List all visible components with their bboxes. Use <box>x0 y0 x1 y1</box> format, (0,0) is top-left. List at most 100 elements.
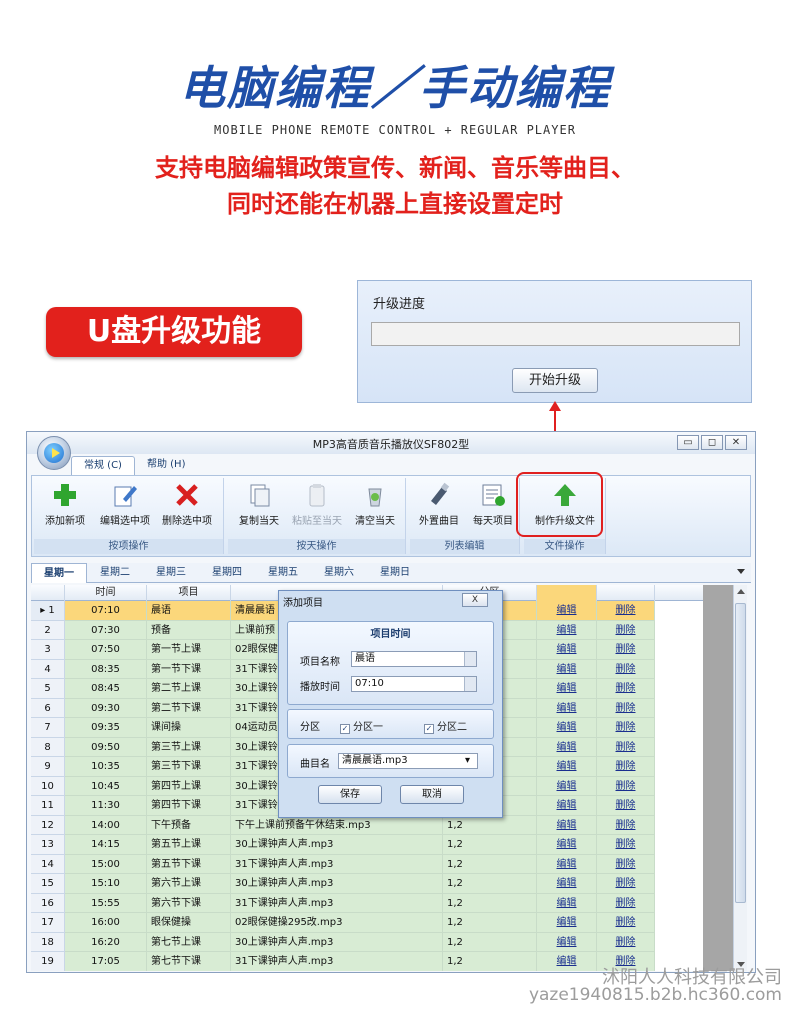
save-button[interactable]: 保存 <box>318 785 382 804</box>
scroll-up-icon[interactable] <box>737 589 745 594</box>
delete-link[interactable]: 删除 <box>597 698 655 718</box>
delete-link[interactable]: 删除 <box>597 835 655 855</box>
dialog-close-button[interactable]: X <box>462 593 488 607</box>
grid-column-header[interactable]: 项目 <box>147 585 231 601</box>
edit-link[interactable]: 编辑 <box>537 854 597 874</box>
watermark-url: yaze1940815.b2b.hc360.com <box>528 985 782 1005</box>
delete-item-button[interactable]: 删除选中项 <box>158 481 216 537</box>
grid-empty-area <box>703 585 733 971</box>
delete-link[interactable]: 删除 <box>597 913 655 933</box>
row-index: 2 <box>31 620 65 640</box>
edit-link[interactable]: 编辑 <box>537 640 597 660</box>
edit-link[interactable]: 编辑 <box>537 601 597 621</box>
delete-link[interactable]: 删除 <box>597 874 655 894</box>
edit-link[interactable]: 编辑 <box>537 815 597 835</box>
edit-link[interactable]: 编辑 <box>537 757 597 777</box>
delete-link[interactable]: 删除 <box>597 854 655 874</box>
row-item: 第二节上课 <box>147 679 231 699</box>
table-row[interactable]: 15 15:10 第六节上课 30上课钟声人声.mp3 1,2 编辑 删除 <box>31 874 731 894</box>
edit-link[interactable]: 编辑 <box>537 698 597 718</box>
chevron-down-icon[interactable]: ▾ <box>465 754 477 768</box>
menu-tab-help[interactable]: 帮助 (H) <box>135 456 198 476</box>
row-item: 眼保健操 <box>147 913 231 933</box>
table-row[interactable]: 12 14:00 下午预备 下午上课前预备午休结束.mp3 1,2 编辑 删除 <box>31 815 731 835</box>
chevron-down-icon[interactable] <box>737 569 745 574</box>
copy-day-button[interactable]: 复制当天 <box>230 481 288 537</box>
delete-link[interactable]: 删除 <box>597 737 655 757</box>
row-item: 第六节下课 <box>147 893 231 913</box>
day-tab[interactable]: 星期四 <box>199 563 255 583</box>
daily-items-button[interactable]: 每天项目 <box>464 481 522 537</box>
grid-column-header[interactable] <box>597 585 655 601</box>
delete-link[interactable]: 删除 <box>597 679 655 699</box>
delete-link[interactable]: 删除 <box>597 659 655 679</box>
add-item-button[interactable]: 添加新项 <box>36 481 94 537</box>
track-select[interactable]: 清晨晨语.mp3 ▾ <box>338 753 478 769</box>
day-tab[interactable]: 星期三 <box>143 563 199 583</box>
day-tab[interactable]: 星期日 <box>367 563 423 583</box>
scrollbar-thumb[interactable] <box>735 603 746 903</box>
edit-link[interactable]: 编辑 <box>537 620 597 640</box>
zone-2-checkbox[interactable]: ✓ 分区二 <box>424 718 467 734</box>
ribbon-group-day-ops: 复制当天 粘贴至当天 清空当天 按天操作 <box>228 478 406 554</box>
table-row[interactable]: 17 16:00 眼保健操 02眼保健操295改.mp3 1,2 编辑 删除 <box>31 913 731 933</box>
maximize-icon[interactable]: ◻ <box>701 435 723 450</box>
table-row[interactable]: 16 15:55 第六节下课 31下课钟声人声.mp3 1,2 编辑 删除 <box>31 893 731 913</box>
delete-link[interactable]: 删除 <box>597 776 655 796</box>
row-item: 第三节下课 <box>147 757 231 777</box>
edit-link[interactable]: 编辑 <box>537 718 597 738</box>
grid-column-header[interactable]: 时间 <box>65 585 147 601</box>
grid-column-header[interactable] <box>537 585 597 601</box>
edit-item-button[interactable]: 编辑选中项 <box>96 481 154 537</box>
external-tracks-button[interactable]: 外置曲目 <box>410 481 468 537</box>
delete-link[interactable]: 删除 <box>597 640 655 660</box>
delete-link[interactable]: 删除 <box>597 601 655 621</box>
dialog-zone-section: 分区 ✓ 分区一 ✓ 分区二 <box>287 709 494 739</box>
vertical-scrollbar[interactable] <box>733 585 747 971</box>
table-row[interactable]: 18 16:20 第七节上课 30上课钟声人声.mp3 1,2 编辑 删除 <box>31 932 731 952</box>
table-row[interactable]: 14 15:00 第五节下课 31下课钟声人声.mp3 1,2 编辑 删除 <box>31 854 731 874</box>
edit-link[interactable]: 编辑 <box>537 893 597 913</box>
delete-link[interactable]: 删除 <box>597 796 655 816</box>
app-logo-icon[interactable] <box>37 436 71 470</box>
edit-link[interactable]: 编辑 <box>537 835 597 855</box>
day-tab[interactable]: 星期六 <box>311 563 367 583</box>
edit-link[interactable]: 编辑 <box>537 913 597 933</box>
row-index: 3 <box>31 640 65 660</box>
chevron-down-icon[interactable] <box>464 652 476 666</box>
zone-1-checkbox[interactable]: ✓ 分区一 <box>340 718 383 734</box>
edit-link[interactable]: 编辑 <box>537 679 597 699</box>
clear-day-button[interactable]: 清空当天 <box>346 481 404 537</box>
play-time-input[interactable]: 07:10 <box>351 676 477 692</box>
day-tab[interactable]: 星期五 <box>255 563 311 583</box>
ribbon-group-label: 按天操作 <box>228 539 405 554</box>
table-row[interactable]: 13 14:15 第五节上课 30上课钟声人声.mp3 1,2 编辑 删除 <box>31 835 731 855</box>
delete-link[interactable]: 删除 <box>597 893 655 913</box>
grid-column-header[interactable] <box>31 585 65 601</box>
edit-link[interactable]: 编辑 <box>537 659 597 679</box>
edit-link[interactable]: 编辑 <box>537 932 597 952</box>
minimize-icon[interactable]: ▭ <box>677 435 699 450</box>
edit-link[interactable]: 编辑 <box>537 874 597 894</box>
close-icon[interactable]: ✕ <box>725 435 747 450</box>
day-tab[interactable]: 星期二 <box>87 563 143 583</box>
delete-link[interactable]: 删除 <box>597 932 655 952</box>
edit-link[interactable]: 编辑 <box>537 737 597 757</box>
delete-link[interactable]: 删除 <box>597 757 655 777</box>
row-index: 12 <box>31 815 65 835</box>
edit-link[interactable]: 编辑 <box>537 796 597 816</box>
delete-link[interactable]: 删除 <box>597 815 655 835</box>
edit-link[interactable]: 编辑 <box>537 952 597 971</box>
delete-link[interactable]: 删除 <box>597 620 655 640</box>
spinner-icon[interactable] <box>464 677 476 691</box>
row-item: 第六节上课 <box>147 874 231 894</box>
menu-tab-general[interactable]: 常规 (C) <box>71 456 135 476</box>
start-upgrade-button[interactable]: 开始升级 <box>512 368 598 393</box>
day-tab[interactable]: 星期一 <box>31 563 87 583</box>
item-name-select[interactable]: 晨语 <box>351 651 477 667</box>
delete-link[interactable]: 删除 <box>597 718 655 738</box>
cancel-button[interactable]: 取消 <box>400 785 464 804</box>
external-tracks-label: 外置曲目 <box>419 516 459 527</box>
dialog-time-section: 项目时间 项目名称 晨语 播放时间 07:10 <box>287 621 494 705</box>
edit-link[interactable]: 编辑 <box>537 776 597 796</box>
